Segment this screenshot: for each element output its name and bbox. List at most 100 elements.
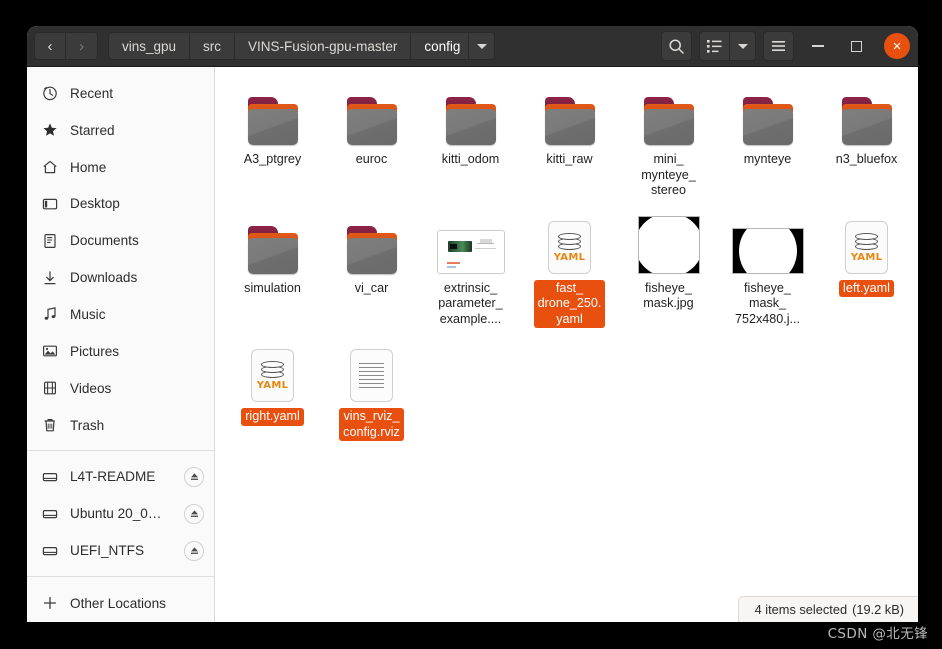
clock-icon: [41, 84, 59, 102]
sidebar-item-uefi-ntfs[interactable]: UEFI_NTFS: [27, 532, 214, 569]
navigation-buttons: ‹ ›: [34, 32, 98, 60]
back-icon: ‹: [47, 37, 53, 55]
music-note-icon: [41, 305, 59, 323]
back-button[interactable]: ‹: [34, 32, 66, 60]
file-item[interactable]: n3_bluefox: [817, 81, 916, 200]
file-item[interactable]: YAML fast_ drone_250. yaml: [520, 210, 619, 328]
sidebar-item-l4t-readme[interactable]: L4T-README: [27, 458, 214, 495]
yaml-file-icon: YAML: [845, 216, 888, 274]
search-button[interactable]: [661, 31, 692, 61]
selection-count-label: 4 items selected: [754, 602, 848, 617]
file-item[interactable]: vi_car: [322, 210, 421, 329]
image-thumbnail-icon: [731, 216, 804, 274]
file-manager-window: ‹ › vins_gpu src VINS-Fusion-gpu-master …: [27, 26, 918, 622]
sidebar-item-starred[interactable]: Starred: [27, 112, 214, 149]
folder-icon: [741, 87, 795, 145]
eject-button[interactable]: [184, 466, 204, 487]
sidebar-item-label: Trash: [70, 417, 105, 433]
file-item[interactable]: kitti_raw: [520, 81, 619, 200]
file-item[interactable]: extrinsic_ parameter_ example....: [421, 210, 520, 329]
sidebar-footer: Other Locations: [27, 569, 214, 622]
sidebar-divider: [27, 576, 214, 577]
selection-size-label: (19.2 kB): [852, 602, 904, 617]
maximize-icon: [850, 40, 862, 52]
sidebar-item-label: Desktop: [70, 196, 120, 212]
file-item[interactable]: fisheye_ mask_ 752x480.j...: [718, 210, 817, 329]
sidebar-item-downloads[interactable]: Downloads: [27, 259, 214, 296]
sidebar-item-recent[interactable]: Recent: [27, 75, 214, 112]
watermark: CSDN @北无锋: [827, 626, 928, 642]
sidebar-item-label: Recent: [70, 85, 114, 101]
sidebar-item-videos[interactable]: Videos: [27, 370, 214, 407]
view-dropdown-button[interactable]: [730, 31, 756, 61]
breadcrumb-dropdown-button[interactable]: [469, 32, 496, 60]
sidebar-item-other-locations[interactable]: Other Locations: [27, 584, 214, 622]
file-label: n3_bluefox: [835, 152, 898, 166]
minimize-icon: [812, 45, 824, 47]
chevron-down-icon: [476, 43, 487, 49]
folder-icon: [246, 216, 300, 274]
maximize-button[interactable]: [842, 32, 870, 60]
status-bar: 4 items selected (19.2 kB): [737, 596, 918, 622]
eject-button[interactable]: [184, 503, 204, 524]
sidebar-item-trash[interactable]: Trash: [27, 407, 214, 444]
breadcrumb-item-config[interactable]: config: [411, 32, 470, 60]
sidebar-item-desktop[interactable]: Desktop: [27, 186, 214, 223]
eject-icon: [190, 473, 198, 481]
main-menu-button[interactable]: [763, 31, 794, 61]
plus-icon: [41, 594, 59, 612]
file-item[interactable]: euroc: [322, 81, 421, 200]
file-label: kitti_odom: [441, 152, 500, 166]
folder-icon: [840, 87, 894, 145]
view-options-button[interactable]: [699, 31, 730, 61]
sidebar-item-ubuntu-20[interactable]: Ubuntu 20_0…: [27, 495, 214, 532]
sidebar-divider: [27, 450, 214, 452]
file-item[interactable]: YAML right.yaml: [223, 338, 322, 441]
eject-button[interactable]: [184, 540, 204, 561]
sidebar: Recent Starred Home Desktop Documents Do…: [27, 67, 215, 622]
file-item[interactable]: YAML left.yaml: [817, 210, 916, 329]
text-file-icon: [350, 344, 393, 402]
header-tools: [654, 31, 794, 61]
sidebar-item-home[interactable]: Home: [27, 149, 214, 186]
breadcrumb-item-src[interactable]: src: [190, 32, 236, 60]
sidebar-item-label: L4T-README: [70, 469, 156, 485]
header-bar: ‹ › vins_gpu src VINS-Fusion-gpu-master …: [27, 26, 918, 67]
sidebar-item-pictures[interactable]: Pictures: [27, 333, 214, 370]
file-item[interactable]: kitti_odom: [421, 81, 520, 200]
file-item[interactable]: simulation: [223, 210, 322, 329]
file-item[interactable]: mini_ mynteye_ stereo: [619, 81, 718, 200]
breadcrumb-item-vins-fusion-gpu-master[interactable]: VINS-Fusion-gpu-master: [235, 32, 412, 60]
file-item[interactable]: vins_rviz_ config.rviz: [322, 338, 421, 441]
sidebar-item-documents[interactable]: Documents: [27, 222, 214, 259]
hamburger-menu-icon: [772, 41, 785, 51]
sidebar-item-music[interactable]: Music: [27, 296, 214, 333]
forward-button[interactable]: ›: [66, 32, 98, 60]
file-label: fisheye_ mask.jpg: [643, 280, 694, 311]
sidebar-item-label: Ubuntu 20_0…: [70, 506, 162, 522]
close-button[interactable]: ×: [884, 33, 910, 59]
home-icon: [41, 158, 59, 176]
file-label: kitti_raw: [546, 152, 593, 166]
video-icon: [41, 379, 59, 397]
sidebar-item-label: Other Locations: [70, 595, 166, 611]
file-label: simulation: [244, 280, 301, 295]
eject-icon: [190, 547, 198, 554]
file-item[interactable]: fisheye_ mask.jpg: [619, 210, 718, 329]
file-item[interactable]: A3_ptgrey: [223, 81, 322, 200]
sidebar-item-label: Music: [70, 306, 106, 322]
close-icon: ×: [892, 37, 902, 55]
folder-icon: [246, 87, 300, 145]
drive-icon: [41, 542, 59, 560]
yaml-file-icon: YAML: [251, 344, 294, 402]
sidebar-item-label: Starred: [70, 122, 115, 138]
file-list-view[interactable]: A3_ptgrey euroc kitti_odom kitti_raw min…: [215, 67, 918, 622]
sidebar-item-label: Pictures: [70, 343, 120, 359]
folder-icon: [642, 87, 696, 145]
file-label: right.yaml: [241, 408, 304, 426]
minimize-button[interactable]: [804, 32, 832, 60]
trash-icon: [41, 416, 59, 434]
breadcrumb-item-vins-gpu[interactable]: vins_gpu: [108, 32, 191, 60]
star-icon: [41, 121, 59, 139]
file-item[interactable]: mynteye: [718, 81, 817, 200]
